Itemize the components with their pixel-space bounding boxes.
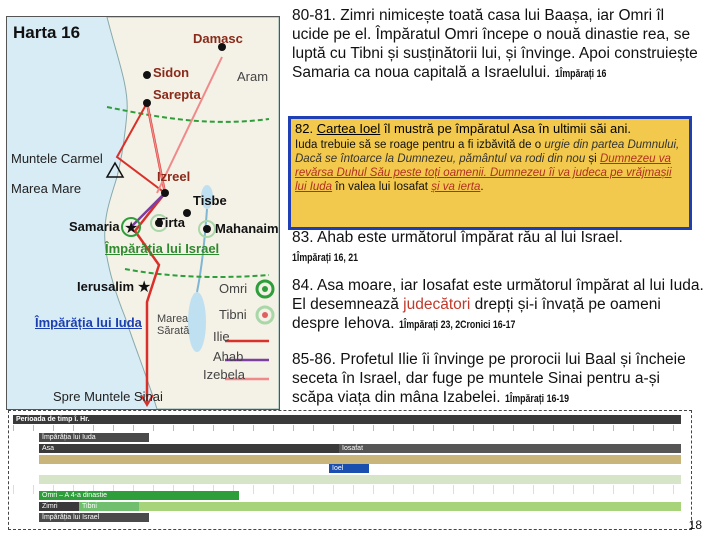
box-82-header: 82. Cartea Ioel îl mustră pe împăratul A… [291,119,689,138]
timeline-juda-label: Împărăția lui Iuda [39,433,149,442]
legend-tibni: Tibni [219,307,247,322]
timeline-juda-strip [39,455,681,464]
timeline-israel-strip [139,502,681,511]
page-number: 18 [688,518,702,532]
box-82-body1: Iuda trebuie să se roage pentru a fi izb… [295,139,545,151]
legend-omri: Omri [219,281,248,296]
timeline-tibni: Tibni [79,502,139,511]
box-cartea-ioel: 82. Cartea Ioel îl mustră pe împăratul A… [288,116,692,230]
paragraph-85-86: 85-86. Profetul Ilie îi învinge pe proro… [292,350,704,409]
timeline-asa: Asa [39,444,339,453]
map-label-tisbe: Tisbe [193,193,227,208]
svg-text:★: ★ [124,220,138,237]
map-panel: ★ ★ Harta 16 Damasc Sidon Aram Sarepta M… [6,16,280,410]
paragraph-80-text: 80-81. Zimri nimicește toată casa lui Ba… [292,7,698,81]
paragraph-85-text: 85-86. Profetul Ilie îi învinge pe proro… [292,351,686,406]
timeline-zimri: Zimri [39,502,79,511]
paragraph-84-highlight: judecători [403,296,471,313]
paragraph-85-ref: 1Împărați 16-19 [504,393,569,405]
map-title: Harta 16 [13,23,81,42]
box-82-num: 82. [295,121,314,136]
box-82-body7: . [480,181,484,193]
map-label-samaria: Samaria [69,219,120,234]
map-label-tirta: Tirta [157,215,185,230]
map-label-ierusalim: Ierusalim [77,279,135,294]
map-label-mahanaim: Mahanaim [215,221,279,236]
timeline-iosafat: Iosafat [339,444,681,453]
box-82-title: Cartea Ioel [316,121,381,136]
map-label-sea: Marea Mare [11,181,82,196]
map-label-izreel: Izreel [157,169,191,184]
map-label-sidon: Sidon [153,65,190,80]
map-label-juda-kingdom: Împărăția lui Iuda [35,315,142,330]
timeline-omri-dynasty: Omri – A 4-a dinastie [39,491,239,500]
box-82-body3: și [585,153,600,165]
timeline-gap [39,475,681,484]
map-label-dead-sea: Marea Sărată [157,313,190,337]
paragraph-80-ref: 1Împărați 16 [554,68,607,80]
paragraph-83-text: 83. Ahab este următorul împărat rău al l… [292,229,623,246]
box-82-intro: îl mustră pe împăratul Asa în ultimii să… [380,121,632,136]
map-label-aram: Aram [237,69,269,84]
map-label-israel-kingdom: Împărăția lui Israel [105,241,220,256]
box-82-body5: în valea lui Iosafat [332,181,432,193]
paragraph-84: 84. Asa moare, iar Iosafat este următoru… [292,276,704,335]
timeline-header: Perioada de timp î. Hr. [13,415,681,424]
legend-ahab: Ahab [213,349,244,364]
paragraph-84-ref: 1Împărați 23, 2Cronici 16-17 [398,319,516,331]
box-82-body: Iuda trebuie să se roage pentru a fi izb… [291,138,689,194]
svg-text:★: ★ [137,279,151,296]
map-label-carmel: Muntele Carmel [11,151,103,166]
paragraph-83: 83. Ahab este următorul împărat rău al l… [292,228,704,268]
paragraph-80-81: 80-81. Zimri nimicește toată casa lui Ba… [292,6,704,84]
map-label-sinai: Spre Muntele Sinai [53,389,163,404]
timeline-israel-label: Împărăția lui Israel [39,513,149,522]
timeline-panel: Perioada de timp î. Hr. Împărăția lui Iu… [8,410,692,530]
timeline-ioel: Ioel [329,464,369,473]
timeline-ticks [13,425,681,431]
map-label-damasc: Damasc [193,31,243,46]
legend-izebela: Izebela [203,367,245,382]
map-label-sarepta: Sarepta [153,87,201,102]
legend-ilie: Ilie [213,329,230,344]
box-82-body6: și va ierta [431,181,481,193]
paragraph-83-ref: 1Împărați 16, 21 [292,252,359,264]
